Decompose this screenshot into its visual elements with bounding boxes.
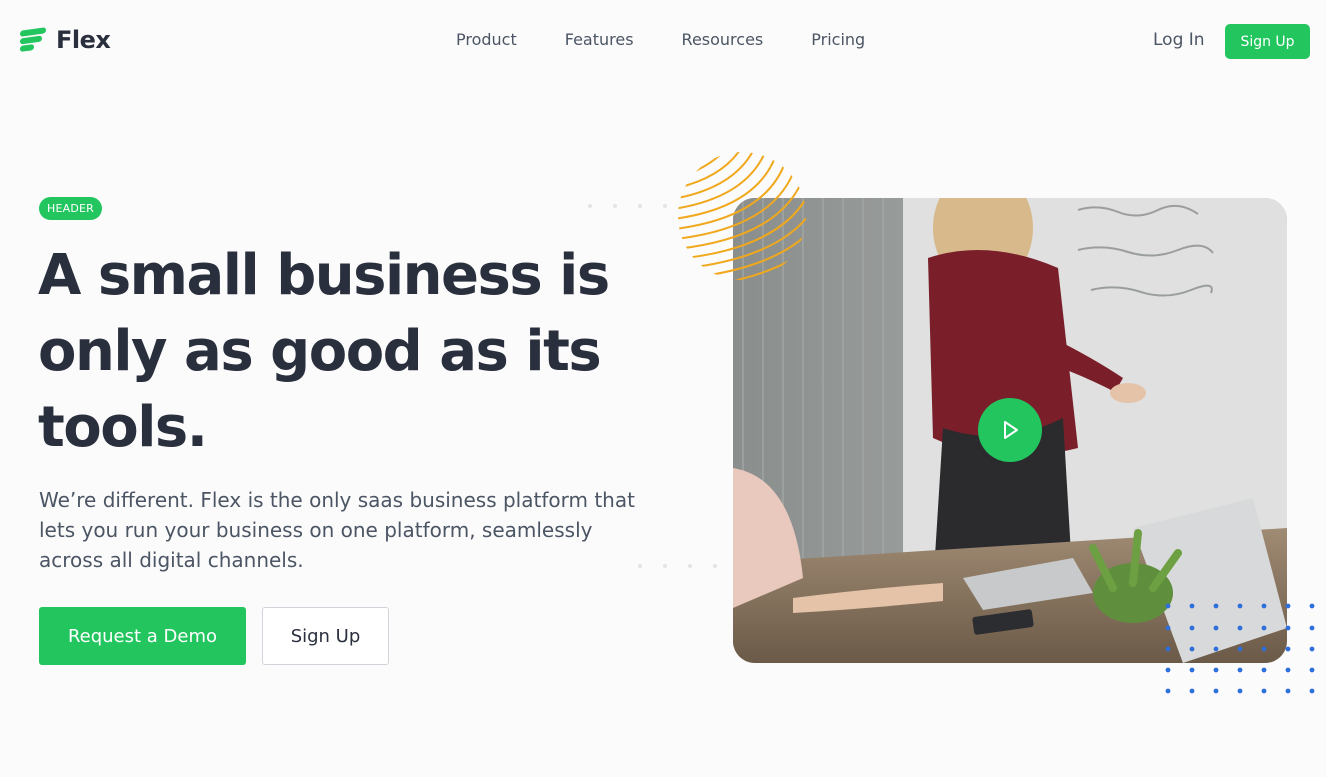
login-link[interactable]: Log In: [1153, 30, 1205, 50]
nav-item-resources[interactable]: Resources: [682, 30, 764, 49]
play-icon: [1004, 421, 1018, 439]
request-demo-button[interactable]: Request a Demo: [39, 607, 246, 665]
top-navbar: Flex Product Features Resources Pricing …: [0, 0, 1326, 82]
main-menu: Product Features Resources Pricing: [456, 30, 913, 49]
nav-item-product[interactable]: Product: [456, 30, 517, 49]
brand-logo[interactable]: Flex: [20, 26, 111, 54]
nav-item-pricing[interactable]: Pricing: [811, 30, 865, 49]
decorative-arcs: [678, 152, 806, 280]
hero-subtext: We’re different. Flex is the only saas b…: [39, 488, 635, 572]
nav-item-features[interactable]: Features: [565, 30, 634, 49]
section-badge: HEADER: [39, 197, 103, 220]
nav-signup-button[interactable]: Sign Up: [1225, 24, 1310, 59]
decorative-blue-dots: [1165, 603, 1315, 694]
brand-name: Flex: [56, 26, 111, 54]
play-button[interactable]: [978, 398, 1042, 462]
flex-logo-icon: [20, 27, 46, 53]
hero-signup-button[interactable]: Sign Up: [262, 607, 389, 665]
